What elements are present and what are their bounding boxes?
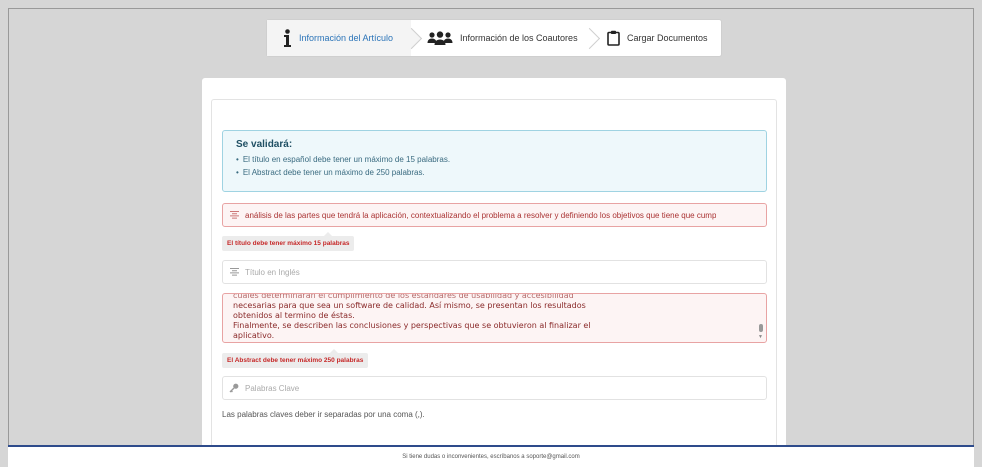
english-title-placeholder: Título en Inglés bbox=[245, 267, 300, 277]
info-icon bbox=[283, 29, 292, 47]
key-icon bbox=[223, 383, 245, 393]
abstract-scrollbar[interactable]: ▼ bbox=[758, 296, 764, 340]
step-upload-documents[interactable]: Cargar Documentos bbox=[589, 20, 721, 56]
english-title-input[interactable]: Título en Inglés bbox=[222, 260, 767, 284]
form-panel: Se validará: El título en español debe t… bbox=[211, 99, 777, 448]
abstract-text: cuales determinaran el cumplimiento de l… bbox=[233, 293, 753, 341]
title-error-message: El título debe tener máximo 15 palabras bbox=[222, 232, 355, 251]
alert-item: El Abstract debe tener un máximo de 250 … bbox=[236, 166, 766, 179]
step-coauthors-info[interactable]: Información de los Coautores bbox=[411, 20, 601, 56]
abstract-line: Finalmente, se describen las conclusione… bbox=[233, 321, 591, 330]
users-icon bbox=[427, 31, 453, 45]
alert-item: El título en español debe tener un máxim… bbox=[236, 153, 766, 166]
align-center-icon bbox=[223, 268, 245, 276]
abstract-line: aplicativo. bbox=[233, 331, 275, 340]
keywords-input[interactable]: Palabras Clave bbox=[222, 376, 767, 400]
abstract-error-message: El Abstract debe tener máximo 250 palabr… bbox=[222, 349, 369, 368]
abstract-textarea[interactable]: cuales determinaran el cumplimiento de l… bbox=[222, 293, 767, 343]
step-label: Información de los Coautores bbox=[460, 33, 578, 43]
article-form-card: Se validará: El título en español debe t… bbox=[202, 78, 786, 448]
alert-list: El título en español debe tener un máxim… bbox=[236, 153, 766, 179]
alert-title: Se validará: bbox=[236, 139, 293, 150]
scroll-down-icon[interactable]: ▼ bbox=[758, 334, 763, 340]
align-center-icon bbox=[223, 211, 245, 219]
step-label: Información del Artículo bbox=[299, 33, 394, 43]
abstract-line: necesarias para que sea un software de c… bbox=[233, 301, 586, 310]
footer-text: Si tiene dudas o inconvenientes, escríba… bbox=[402, 454, 580, 460]
keywords-hint: Las palabras claves deber ir separadas p… bbox=[222, 410, 425, 419]
step-label: Cargar Documentos bbox=[627, 33, 708, 43]
page-footer: Si tiene dudas o inconvenientes, escríba… bbox=[8, 445, 974, 467]
scrollbar-thumb[interactable] bbox=[759, 324, 763, 332]
abstract-line: obtenidos al termino de éstas. bbox=[233, 311, 355, 320]
spanish-title-value: análisis de las partes que tendrá la apl… bbox=[245, 210, 717, 220]
spanish-title-input[interactable]: análisis de las partes que tendrá la apl… bbox=[222, 203, 767, 227]
clipboard-icon bbox=[607, 30, 620, 46]
wizard-steps: Información del Artículo Información de … bbox=[266, 19, 722, 57]
step-article-info[interactable]: Información del Artículo bbox=[267, 20, 423, 56]
abstract-line: cuales determinaran el cumplimiento de l… bbox=[233, 293, 574, 300]
keywords-placeholder: Palabras Clave bbox=[245, 383, 300, 393]
validation-info-alert: Se validará: El título en español debe t… bbox=[222, 130, 767, 192]
